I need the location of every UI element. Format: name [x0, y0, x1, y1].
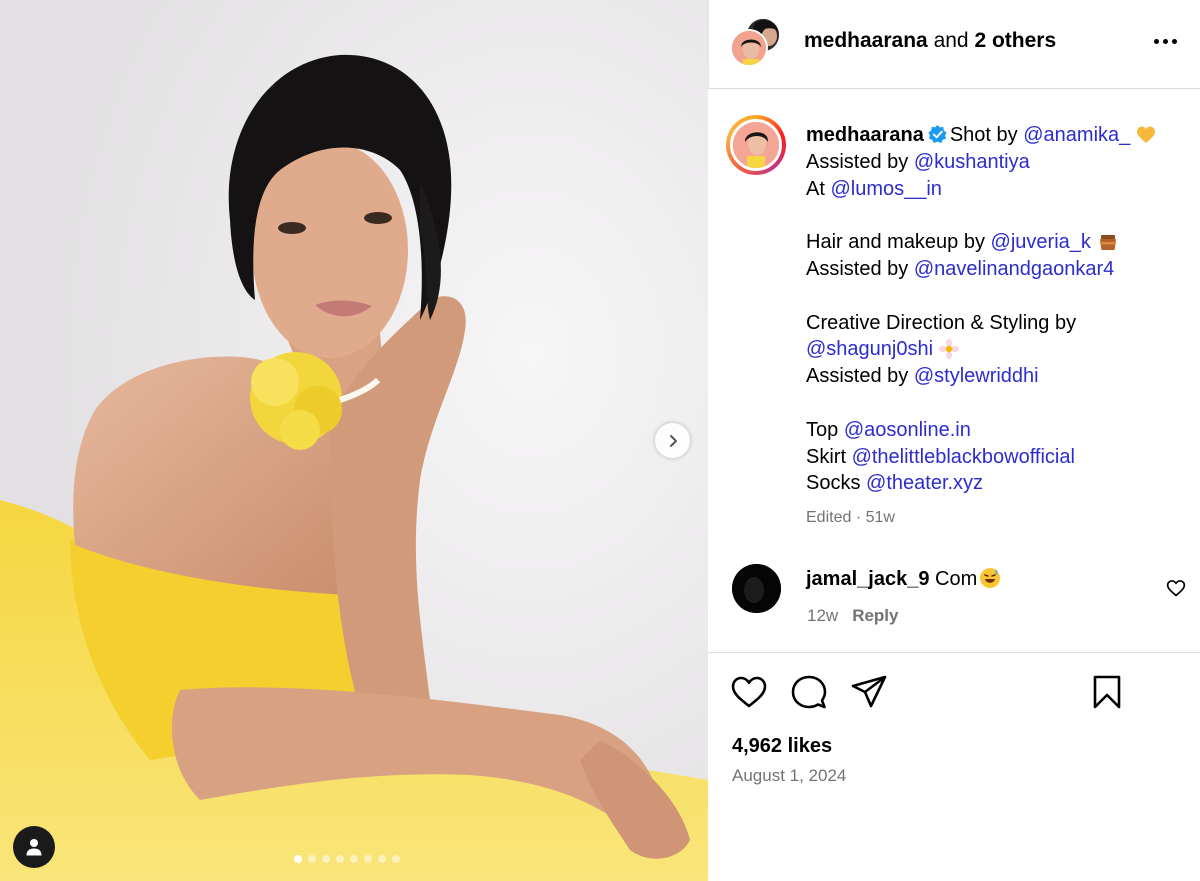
next-slide-button[interactable] [655, 423, 690, 458]
avatar-image [733, 122, 779, 168]
caption-line: Assisted by @kushantiya [806, 149, 1186, 176]
caption-text: Assisted by [806, 150, 914, 173]
caption-line: medhaarana Shot by @anamika_ [806, 122, 1186, 149]
like-heart-icon[interactable] [730, 673, 768, 711]
likes-count[interactable]: 4,962 likes [732, 735, 832, 758]
avatar-image [732, 31, 766, 65]
comment-age: 12w [807, 606, 839, 625]
caption-text: Shot by [949, 124, 1024, 146]
daisy-flower-icon [939, 339, 960, 360]
yellow-heart-icon [1137, 126, 1156, 143]
post-media [0, 0, 708, 881]
mention-link[interactable]: @aosonline.in [844, 419, 971, 441]
post-photo [0, 0, 708, 881]
commenter-username[interactable]: jamal_jack_9 [806, 568, 929, 590]
author-avatar[interactable] [730, 29, 768, 67]
caption-line: Creative Direction & Styling by [806, 310, 1186, 337]
caption-line: Socks @theater.xyz [806, 470, 1186, 497]
caption-avatar-story-ring[interactable] [726, 115, 786, 175]
mention-link[interactable]: @kushantiya [914, 151, 1030, 173]
comment-like-heart-icon[interactable] [1166, 578, 1186, 598]
avatar-image [732, 564, 781, 613]
carousel-indicators [294, 855, 400, 863]
honey-pot-icon [1099, 235, 1116, 251]
caption-text: At [806, 177, 831, 200]
comment-body: jamal_jack_9 Com [806, 567, 1001, 591]
caption-line: Top @aosonline.in [806, 417, 1186, 444]
post-date: August 1, 2024 [732, 766, 847, 785]
verified-badge-icon [928, 125, 947, 144]
caption-line: Assisted by @stylewriddhi [806, 363, 1186, 390]
post-caption: medhaarana Shot by @anamika_ Assisted by … [806, 122, 1186, 497]
more-options-button[interactable] [1150, 28, 1180, 54]
post-details-panel: medhaarana and 2 others medhaarana Shot b… [708, 0, 1200, 881]
carousel-dot [392, 855, 400, 863]
mention-link[interactable]: @navelinandgaonkar4 [914, 258, 1114, 280]
other-authors-link[interactable]: 2 others [974, 29, 1056, 52]
mention-link[interactable]: @lumos__in [830, 178, 941, 200]
caption-line: Hair and makeup by @juveria_k [806, 229, 1186, 256]
comment-text: Com [935, 568, 978, 590]
caption-text: Creative Direction & Styling by [806, 311, 1077, 334]
commenter-avatar[interactable] [732, 564, 781, 613]
comment-bubble-icon[interactable] [790, 673, 828, 711]
user-icon [26, 839, 42, 856]
section-divider [708, 652, 1200, 653]
mention-link[interactable]: @thelittleblackbowofficial [852, 446, 1075, 468]
caption-line: At @lumos__in [806, 176, 1186, 203]
carousel-dot [350, 855, 358, 863]
caption-avatar [730, 119, 782, 171]
smiling-face-with-sweat-icon [980, 568, 1001, 588]
post-authors: medhaarana and 2 others [804, 29, 1056, 53]
mention-link[interactable]: @anamika_ [1023, 124, 1130, 146]
mention-link[interactable]: @theater.xyz [866, 472, 983, 494]
carousel-dot [364, 855, 372, 863]
caption-text: Skirt [806, 445, 852, 468]
share-paper-plane-icon[interactable] [850, 673, 888, 711]
mention-link[interactable]: @shagunj0shi [806, 338, 933, 360]
carousel-dot [308, 855, 316, 863]
caption-username[interactable]: medhaarana [806, 124, 924, 146]
post-header: medhaarana and 2 others [708, 0, 1200, 89]
authors-and-text: and [933, 29, 969, 52]
carousel-dot [294, 855, 302, 863]
save-bookmark-icon[interactable] [1088, 673, 1126, 711]
caption-text: Hair and makeup by [806, 231, 991, 254]
chevron-right-icon [669, 434, 677, 447]
reply-button[interactable]: Reply [852, 606, 898, 625]
caption-line: Assisted by @navelinandgaonkar4 [806, 256, 1186, 283]
carousel-dot [322, 855, 330, 863]
author-username[interactable]: medhaarana [804, 29, 928, 52]
mention-link[interactable]: @juveria_k [991, 231, 1091, 253]
caption-edited-age: Edited · 51w [806, 509, 895, 526]
comment-meta: 12w Reply [807, 606, 898, 626]
carousel-dot [378, 855, 386, 863]
caption-text: Top [806, 418, 844, 441]
caption-line: @shagunj0shi [806, 336, 1186, 363]
caption-text: Assisted by [806, 257, 914, 280]
tagged-users-button[interactable] [13, 826, 55, 868]
caption-text: Assisted by [806, 365, 914, 388]
carousel-dot [336, 855, 344, 863]
caption-text: Socks [806, 472, 867, 495]
more-dots-icon [1153, 38, 1159, 44]
mention-link[interactable]: @stylewriddhi [914, 365, 1039, 387]
caption-line: Skirt @thelittleblackbowofficial [806, 444, 1186, 471]
